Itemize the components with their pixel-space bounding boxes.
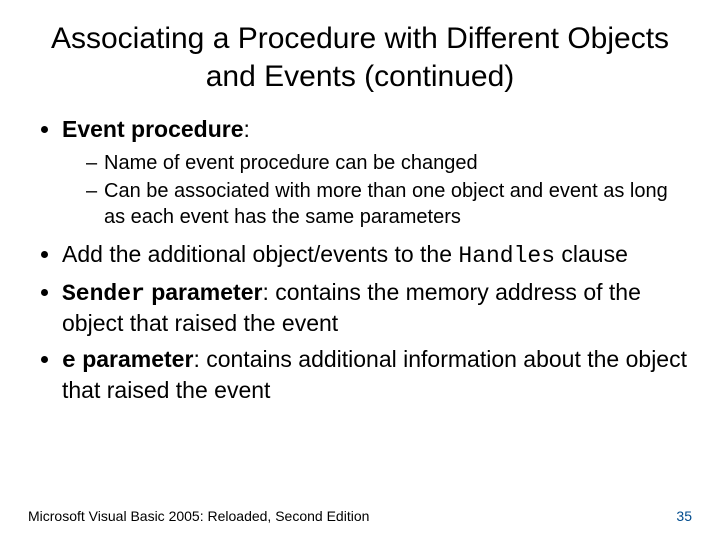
sender-param-label: parameter bbox=[145, 279, 263, 305]
bullet-e-parameter: e parameter: contains additional informa… bbox=[62, 345, 692, 406]
bullet-handles-clause: Add the additional object/events to the … bbox=[62, 240, 692, 271]
handles-post-text: clause bbox=[555, 241, 628, 267]
handles-keyword: Handles bbox=[458, 243, 555, 269]
slide-title: Associating a Procedure with Different O… bbox=[38, 20, 682, 95]
footer-source: Microsoft Visual Basic 2005: Reloaded, S… bbox=[28, 508, 369, 524]
handles-pre-text: Add the additional object/events to the bbox=[62, 241, 458, 267]
bullet-list-level2: Name of event procedure can be changed C… bbox=[62, 150, 692, 230]
bullet-list-level1: Event procedure: Name of event procedure… bbox=[36, 115, 692, 406]
bullet-event-procedure: Event procedure: Name of event procedure… bbox=[62, 115, 692, 230]
sub-bullet-association: Can be associated with more than one obj… bbox=[86, 178, 692, 230]
e-param-label: parameter bbox=[76, 346, 194, 372]
event-procedure-colon: : bbox=[244, 116, 250, 142]
slide-footer: Microsoft Visual Basic 2005: Reloaded, S… bbox=[28, 508, 692, 524]
sub-bullet-name-change: Name of event procedure can be changed bbox=[86, 150, 692, 176]
event-procedure-label: Event procedure bbox=[62, 116, 244, 142]
bullet-sender-parameter: Sender parameter: contains the memory ad… bbox=[62, 278, 692, 339]
sender-keyword: Sender bbox=[62, 281, 145, 307]
page-number: 35 bbox=[676, 508, 692, 524]
slide-container: Associating a Procedure with Different O… bbox=[0, 0, 720, 540]
e-keyword: e bbox=[62, 348, 76, 374]
